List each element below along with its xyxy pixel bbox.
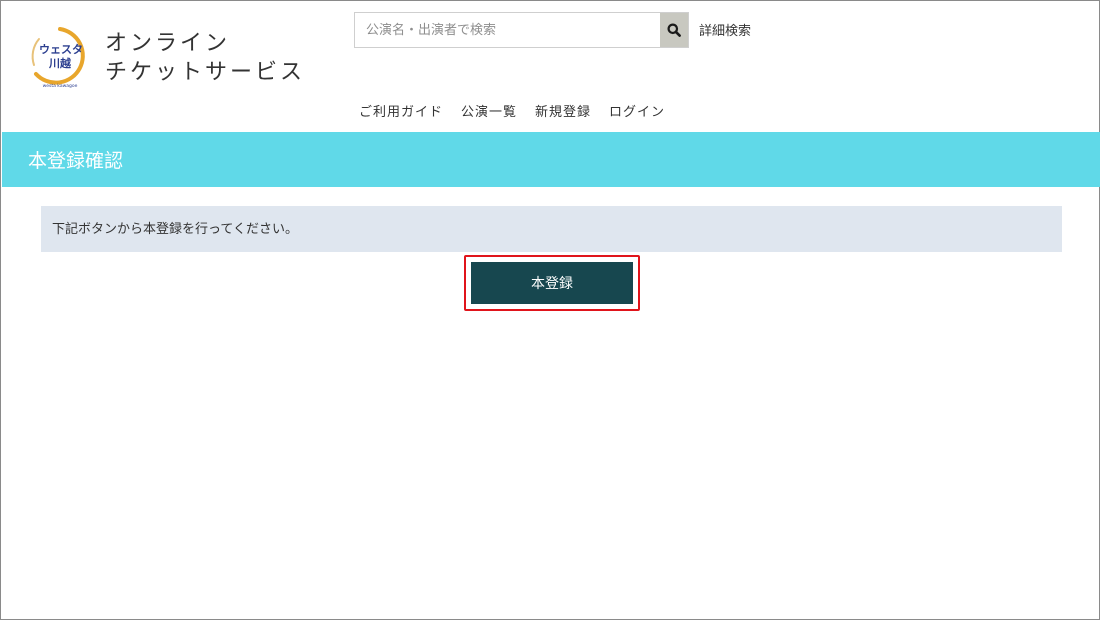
instruction-text: 下記ボタンから本登録を行ってください。 <box>52 222 298 237</box>
logo-subtext: westa kawagoe <box>43 83 78 89</box>
page-frame: ウェスタ 川越 westa kawagoe オンライン チケットサービス 詳細検… <box>0 0 1100 620</box>
main-nav: ご利用ガイド 公演一覧 新規登録 ログイン <box>359 101 665 120</box>
register-button[interactable]: 本登録 <box>471 262 633 304</box>
nav-item-guide[interactable]: ご利用ガイド <box>359 101 443 120</box>
advanced-search-link[interactable]: 詳細検索 <box>699 20 751 39</box>
westa-kawagoe-logo[interactable]: ウェスタ 川越 westa kawagoe <box>27 25 93 89</box>
page-title: 本登録確認 <box>28 150 124 172</box>
logo-text-line1: ウェスタ <box>39 43 83 56</box>
search-input[interactable] <box>355 13 660 47</box>
search-button[interactable] <box>660 13 688 47</box>
site-title-line1: オンライン <box>105 31 231 56</box>
logo-text-line2: 川越 <box>48 56 72 70</box>
page-title-band: 本登録確認 <box>2 132 1100 187</box>
site-title-line2: チケットサービス <box>105 60 306 85</box>
instruction-box: 下記ボタンから本登録を行ってください。 <box>41 206 1062 252</box>
nav-item-performances[interactable]: 公演一覧 <box>461 101 517 120</box>
search-box <box>354 12 689 48</box>
search-icon <box>667 23 681 37</box>
nav-item-login[interactable]: ログイン <box>609 101 665 120</box>
site-title[interactable]: オンライン チケットサービス <box>105 29 305 87</box>
nav-item-register[interactable]: 新規登録 <box>535 101 591 120</box>
